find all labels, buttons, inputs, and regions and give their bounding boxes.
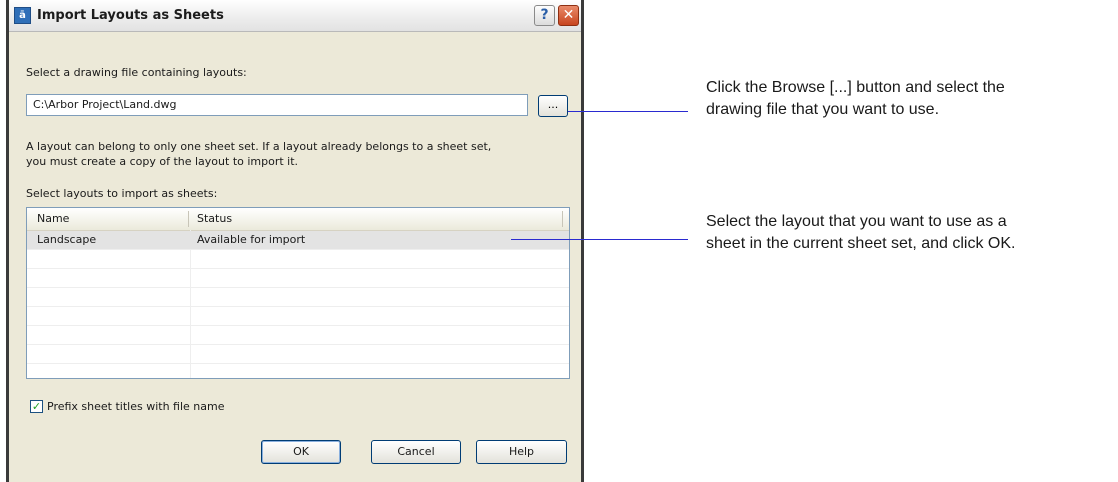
column-header-name[interactable]: Name [37,212,69,225]
layouts-list[interactable]: Name Status Landscape Available for impo… [26,207,570,379]
prefix-checkbox[interactable]: ✓ [30,400,43,413]
info-text-line2: you must create a copy of the layout to … [26,155,299,168]
import-layouts-dialog: ā Import Layouts as Sheets ? ✕ Select a … [6,0,584,482]
list-header: Name Status [27,208,569,231]
empty-row [27,345,569,364]
row-name: Landscape [37,233,97,246]
browse-callout-line1: Click the Browse [...] button and select… [706,79,1005,96]
column-header-status[interactable]: Status [197,212,232,225]
cancel-button[interactable]: Cancel [371,440,461,464]
empty-row [27,307,569,326]
close-icon[interactable]: ✕ [558,5,579,26]
layout-callout-line [511,239,688,240]
help-icon[interactable]: ? [534,5,555,26]
layouts-label: Select layouts to import as sheets: [26,187,218,200]
layout-callout-line1: Select the layout that you want to use a… [706,213,1007,230]
info-text-line1: A layout can belong to only one sheet se… [26,140,492,153]
browse-callout-line2: drawing file that you want to use. [706,101,940,118]
drawing-file-label: Select a drawing file containing layouts… [26,66,247,79]
layout-callout-line2: sheet in the current sheet set, and clic… [706,235,1016,252]
column-divider[interactable] [562,211,563,227]
autocad-icon: ā [14,7,31,24]
row-status: Available for import [197,233,306,246]
help-button[interactable]: Help [476,440,567,464]
dialog-title: Import Layouts as Sheets [37,8,224,23]
prefix-checkbox-label[interactable]: Prefix sheet titles with file name [47,400,224,413]
browse-button[interactable]: ... [538,95,568,117]
browse-callout-line [568,111,688,112]
empty-row [27,326,569,345]
layout-callout-text: Select the layout that you want to use a… [706,211,1016,255]
column-divider[interactable] [188,211,189,227]
empty-row [27,288,569,307]
empty-row [27,250,569,269]
title-bar[interactable]: ā Import Layouts as Sheets ? ✕ [9,0,581,32]
browse-callout-text: Click the Browse [...] button and select… [706,77,1005,121]
table-row[interactable]: Landscape Available for import [27,231,569,250]
empty-row [27,269,569,288]
drawing-file-input[interactable]: C:\Arbor Project\Land.dwg [26,94,528,116]
ok-button[interactable]: OK [261,440,341,464]
